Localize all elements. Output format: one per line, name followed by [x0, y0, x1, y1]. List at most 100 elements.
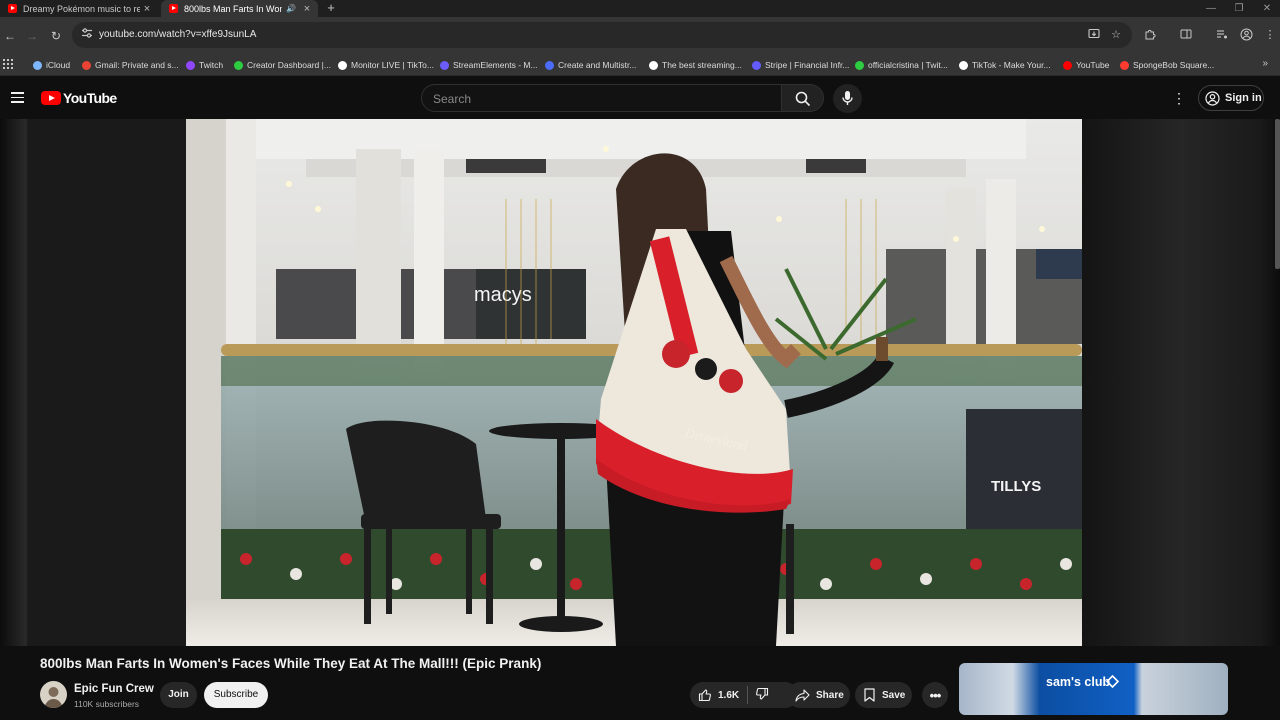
close-tab-icon[interactable]: × [140, 3, 154, 15]
sign-in-button[interactable]: Sign in [1198, 85, 1264, 111]
close-window-icon[interactable]: ✕ [1252, 0, 1280, 17]
browser-tab-active[interactable]: 800lbs Man Farts In Women 🔊 × [161, 0, 318, 17]
store-sign-macys: macys [474, 284, 532, 306]
youtube-logo-text: YouTube [63, 90, 117, 106]
video-frame-mall-scene: macys TILLYS Disneyland [186, 119, 1082, 646]
thumbs-up-icon [698, 689, 711, 702]
reload-icon[interactable]: ↻ [48, 28, 64, 44]
restore-window-icon[interactable]: ❐ [1224, 0, 1254, 17]
save-button[interactable]: Save [855, 682, 912, 708]
bookmark-label: TikTok - Make Your... [972, 60, 1051, 70]
settings-kebab-icon[interactable]: ⋮ [1172, 90, 1186, 106]
bookmark-label: Creator Dashboard |... [247, 60, 331, 70]
channel-avatar[interactable] [40, 681, 67, 708]
bookmark-item[interactable]: officialcristina | Twit... [855, 58, 948, 72]
like-count: 1.6K [718, 689, 740, 701]
bookmark-favicon-icon [33, 60, 42, 70]
subscriber-count: 110K subscribers [74, 699, 140, 709]
site-info-icon[interactable] [80, 27, 94, 43]
browser-tab-title: 800lbs Man Farts In Women [184, 3, 282, 14]
sign-in-label: Sign in [1225, 92, 1262, 104]
more-bookmarks-icon[interactable]: » [1262, 58, 1268, 69]
close-tab-icon[interactable]: × [300, 3, 314, 15]
microphone-icon [842, 91, 853, 105]
bookmark-item[interactable]: Gmail: Private and s... [82, 58, 179, 72]
page-scrollbar[interactable] [1275, 119, 1280, 269]
recommended-video-thumbnail[interactable]: sam's club [959, 663, 1228, 715]
bookmark-favicon-icon [338, 60, 347, 70]
bookmark-item[interactable]: Creator Dashboard |... [234, 58, 331, 72]
bookmark-item[interactable]: Twitch [186, 58, 223, 72]
side-panel-icon[interactable] [1178, 28, 1194, 44]
bookmark-item[interactable]: YouTube [1063, 58, 1109, 72]
browser-tab[interactable]: Dreamy Pokémon music to rest × [0, 0, 158, 17]
like-dislike-group: 1.6K [690, 682, 798, 708]
search-button[interactable] [782, 84, 824, 112]
apps-grid-icon[interactable] [3, 59, 13, 69]
account-circle-icon [1205, 90, 1220, 106]
extensions-puzzle-icon[interactable] [1142, 28, 1158, 44]
bookmark-label: StreamElements - M... [453, 60, 538, 70]
video-player[interactable]: macys TILLYS Disneyland [186, 119, 1082, 646]
bookmark-favicon-icon [752, 60, 761, 70]
address-bar[interactable]: youtube.com/watch?v=xffe9JsunLA ☆ [72, 22, 1132, 48]
subscribe-button[interactable]: Subscribe [204, 682, 268, 708]
bookmark-item[interactable]: The best streaming... [649, 58, 742, 72]
youtube-header: YouTube Search ⋮ Sign in [0, 76, 1280, 119]
browser-menu-icon[interactable]: ⋮ [1262, 28, 1278, 44]
bookmark-item[interactable]: TikTok - Make Your... [959, 58, 1051, 72]
bookmark-favicon-icon [1120, 60, 1129, 70]
thumbnail-brand-text: sam's club [1046, 675, 1111, 689]
bookmark-item[interactable]: StreamElements - M... [440, 58, 538, 72]
video-title: 800lbs Man Farts In Women's Faces While … [40, 656, 542, 671]
speaker-icon[interactable]: 🔊 [286, 4, 296, 13]
join-button[interactable]: Join [160, 682, 197, 708]
browser-toolbar: ← → ↻ youtube.com/watch?v=xffe9JsunLA ☆ … [0, 17, 1280, 54]
bookmark-label: Stripe | Financial Infr... [765, 60, 850, 70]
install-app-icon[interactable] [1086, 28, 1102, 44]
media-controls-icon[interactable] [1214, 28, 1230, 44]
bookmark-label: Monitor LIVE | TikTo... [351, 60, 434, 70]
bookmark-item[interactable]: Create and Multistr... [545, 58, 636, 72]
player-backdrop-left [0, 119, 186, 646]
youtube-favicon-icon [169, 4, 178, 13]
bookmark-label: YouTube [1076, 60, 1110, 70]
bookmark-favicon-icon [855, 60, 864, 70]
youtube-favicon-icon [8, 4, 17, 13]
bookmarks-bar: iCloud Gmail: Private and s... Twitch Creat… [0, 54, 1280, 76]
like-divider [747, 686, 749, 704]
back-arrow-icon[interactable]: ← [2, 28, 18, 44]
bookmark-favicon-icon [440, 60, 449, 70]
more-actions-button[interactable]: ••• [922, 682, 948, 708]
bookmark-item[interactable]: SpongeBob Square... [1120, 58, 1214, 72]
share-button[interactable]: Share [787, 682, 850, 708]
new-tab-button[interactable]: + [324, 0, 338, 17]
youtube-logo[interactable]: YouTube [41, 90, 117, 106]
search-input[interactable]: Search [421, 84, 782, 112]
bookmark-star-icon[interactable]: ☆ [1108, 28, 1124, 44]
bookmark-item[interactable]: Monitor LIVE | TikTo... [338, 58, 434, 72]
bookmark-label: Twitch [199, 60, 224, 70]
url-text[interactable]: youtube.com/watch?v=xffe9JsunLA [99, 29, 256, 40]
search-icon [795, 91, 811, 107]
voice-search-button[interactable] [833, 84, 862, 113]
bookmark-favicon-icon [649, 60, 658, 70]
minimize-window-icon[interactable]: — [1196, 0, 1226, 17]
player-backdrop-right [1082, 119, 1280, 646]
menu-hamburger-icon[interactable] [11, 92, 24, 103]
like-button[interactable]: 1.6K [698, 688, 739, 702]
forward-arrow-icon[interactable]: → [24, 28, 40, 44]
bookmark-item[interactable]: Stripe | Financial Infr... [752, 58, 849, 72]
share-arrow-icon [795, 688, 810, 702]
bookmark-item[interactable]: iCloud [33, 58, 70, 72]
bookmark-label: The best streaming... [662, 60, 742, 70]
thumbs-down-icon [756, 687, 769, 700]
save-label: Save [882, 689, 906, 701]
profile-icon[interactable] [1238, 28, 1254, 44]
channel-name[interactable]: Epic Fun Crew [74, 683, 154, 695]
bookmark-label: Gmail: Private and s... [95, 60, 179, 70]
browser-tab-strip: Dreamy Pokémon music to rest × 800lbs Ma… [0, 0, 1280, 17]
youtube-play-logo-icon [41, 91, 61, 105]
dislike-button[interactable] [755, 687, 769, 704]
more-horizontal-icon: ••• [929, 687, 942, 703]
